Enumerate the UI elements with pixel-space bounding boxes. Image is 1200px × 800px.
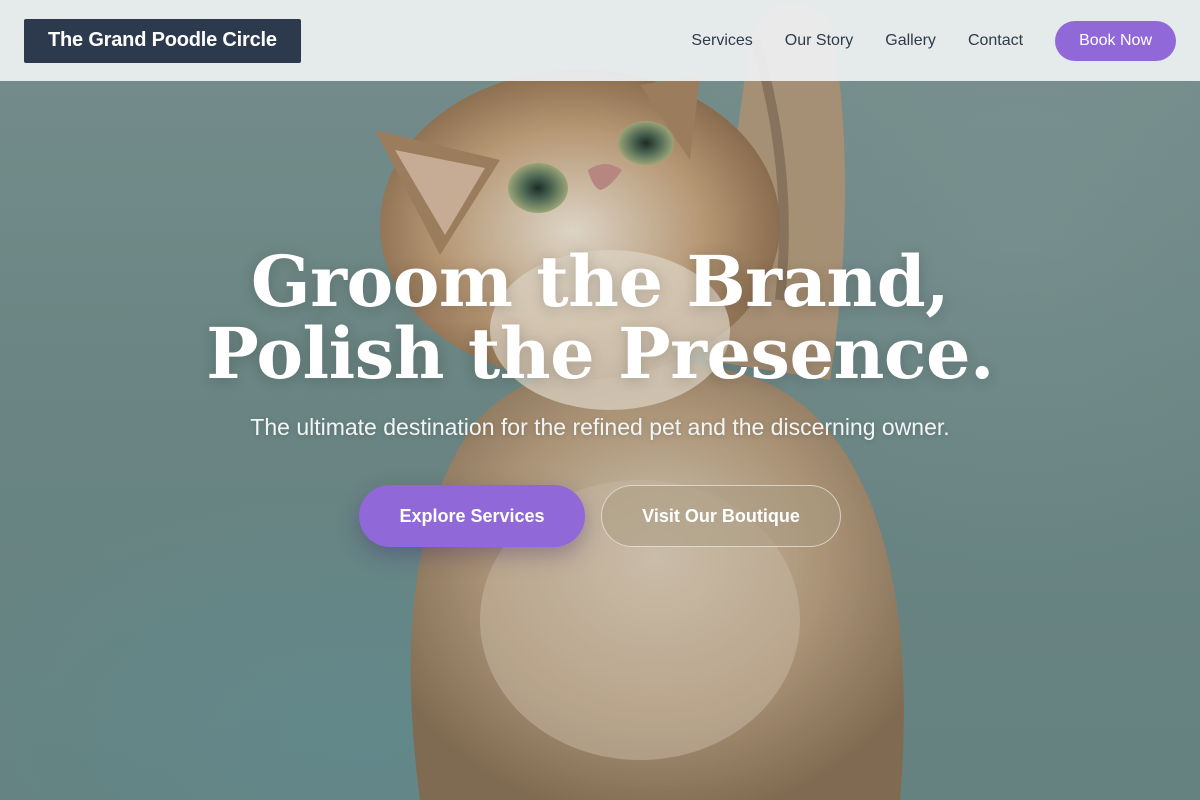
- hero-section: Groom the Brand, Polish the Presence. Th…: [0, 246, 1200, 547]
- hero-actions: Explore Services Visit Our Boutique: [0, 485, 1200, 547]
- site-header: The Grand Poodle Circle Services Our Sto…: [0, 0, 1200, 81]
- nav-link-gallery[interactable]: Gallery: [885, 32, 936, 50]
- hero-title: Groom the Brand, Polish the Presence.: [206, 240, 994, 395]
- nav-link-our-story[interactable]: Our Story: [785, 32, 853, 50]
- nav-link-contact[interactable]: Contact: [968, 32, 1023, 50]
- hero-subtitle: The ultimate destination for the refined…: [250, 414, 950, 440]
- site-logo[interactable]: The Grand Poodle Circle: [24, 18, 301, 63]
- main-nav: Services Our Story Gallery Contact Book …: [691, 20, 1176, 61]
- nav-link-services[interactable]: Services: [691, 32, 752, 50]
- book-now-button[interactable]: Book Now: [1055, 20, 1176, 61]
- explore-services-button[interactable]: Explore Services: [359, 485, 585, 547]
- visit-boutique-button[interactable]: Visit Our Boutique: [601, 485, 841, 547]
